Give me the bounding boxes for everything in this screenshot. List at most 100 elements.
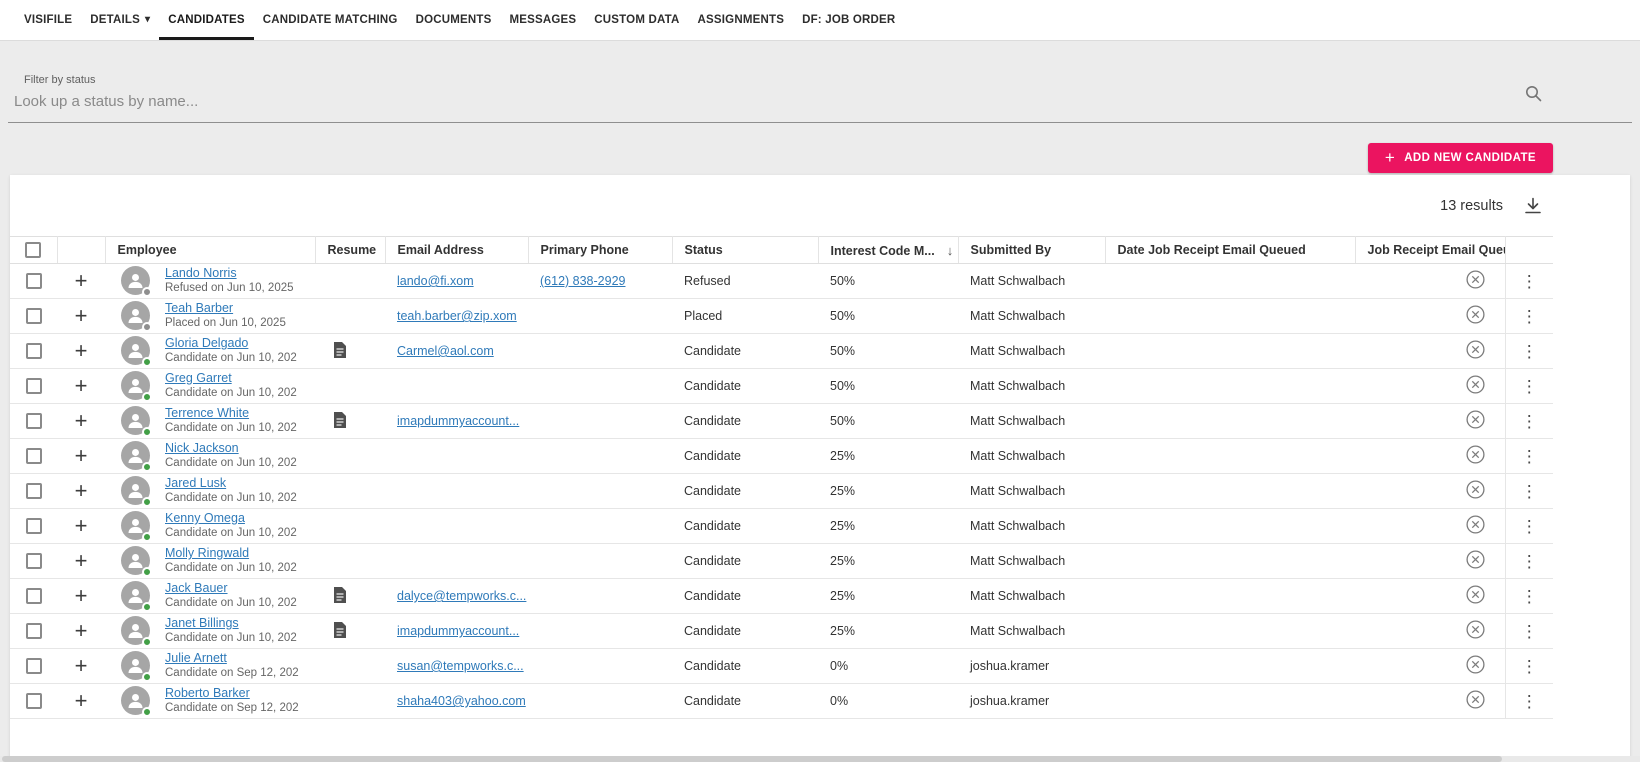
candidate-name-link[interactable]: Molly Ringwald (165, 546, 249, 561)
more-options-icon[interactable]: ⋮ (1521, 307, 1538, 326)
plus-icon[interactable]: + (75, 513, 88, 538)
more-options-icon[interactable]: ⋮ (1521, 412, 1538, 431)
tab-custom-data[interactable]: CUSTOM DATA (585, 0, 688, 40)
plus-icon[interactable]: + (75, 618, 88, 643)
add-new-candidate-button[interactable]: + ADD NEW CANDIDATE (1367, 143, 1553, 173)
circled-x-icon[interactable] (1465, 620, 1485, 639)
candidate-email-link[interactable]: teah.barber@zip.xom (397, 309, 517, 323)
row-checkbox[interactable] (25, 518, 42, 534)
plus-icon[interactable]: + (75, 408, 88, 433)
tab-assignments[interactable]: ASSIGNMENTS (689, 0, 794, 40)
column-header-interest-code[interactable]: Interest Code M... ↓ (818, 236, 959, 264)
plus-icon[interactable]: + (75, 338, 88, 363)
more-options-icon[interactable]: ⋮ (1521, 482, 1538, 501)
column-header-receipt-queued[interactable]: Job Receipt Email Queued (1355, 236, 1506, 264)
column-header-employee[interactable]: Employee (105, 236, 316, 264)
column-header-resume[interactable]: Resume (315, 236, 386, 264)
candidate-row[interactable]: + Kenny Omega Candidate on Jun 10, 202 C… (10, 508, 1553, 544)
search-icon[interactable] (1525, 85, 1542, 102)
row-checkbox[interactable] (25, 413, 42, 429)
row-checkbox[interactable] (25, 273, 42, 289)
column-header-date-queued[interactable]: Date Job Receipt Email Queued (1105, 236, 1356, 264)
circled-x-icon[interactable] (1465, 655, 1485, 674)
candidate-name-link[interactable]: Terrence White (165, 406, 249, 421)
circled-x-icon[interactable] (1465, 585, 1485, 604)
candidate-row[interactable]: + Molly Ringwald Candidate on Jun 10, 20… (10, 543, 1553, 579)
plus-icon[interactable]: + (75, 548, 88, 573)
more-options-icon[interactable]: ⋮ (1521, 552, 1538, 571)
more-options-icon[interactable]: ⋮ (1521, 342, 1538, 361)
candidate-email-link[interactable]: imapdummyaccount... (397, 414, 519, 428)
more-options-icon[interactable]: ⋮ (1521, 377, 1538, 396)
row-checkbox[interactable] (25, 553, 42, 569)
candidate-row[interactable]: + Terrence White Candidate on Jun 10, 20… (10, 403, 1553, 439)
candidate-row[interactable]: + Greg Garret Candidate on Jun 10, 202 C… (10, 368, 1553, 404)
candidate-name-link[interactable]: Gloria Delgado (165, 336, 248, 351)
plus-icon[interactable]: + (75, 373, 88, 398)
candidate-name-link[interactable]: Kenny Omega (165, 511, 245, 526)
select-all-checkbox[interactable] (25, 242, 42, 258)
resume-icon[interactable] (333, 586, 347, 604)
circled-x-icon[interactable] (1465, 550, 1485, 569)
more-options-icon[interactable]: ⋮ (1521, 587, 1538, 606)
candidate-name-link[interactable]: Greg Garret (165, 371, 232, 386)
plus-icon[interactable]: + (75, 443, 88, 468)
column-header-submitted-by[interactable]: Submitted By (958, 236, 1106, 264)
row-checkbox[interactable] (25, 308, 42, 324)
candidate-row[interactable]: + Jared Lusk Candidate on Jun 10, 202 Ca… (10, 473, 1553, 509)
circled-x-icon[interactable] (1465, 515, 1485, 534)
plus-icon[interactable]: + (75, 268, 88, 293)
row-checkbox[interactable] (25, 448, 42, 464)
circled-x-icon[interactable] (1465, 480, 1485, 499)
horizontal-scrollbar[interactable] (0, 756, 1640, 762)
row-checkbox[interactable] (25, 623, 42, 639)
plus-icon[interactable]: + (75, 303, 88, 328)
sort-descending-icon[interactable]: ↓ (947, 243, 954, 258)
plus-icon[interactable]: + (75, 478, 88, 503)
candidate-email-link[interactable]: lando@fi.xom (397, 274, 474, 288)
tab-candidates[interactable]: CANDIDATES (159, 0, 254, 40)
row-checkbox[interactable] (25, 658, 42, 674)
status-filter-input[interactable] (8, 86, 1632, 123)
candidate-name-link[interactable]: Nick Jackson (165, 441, 239, 456)
circled-x-icon[interactable] (1465, 410, 1485, 429)
resume-icon[interactable] (333, 621, 347, 639)
candidate-name-link[interactable]: Roberto Barker (165, 686, 250, 701)
tab-df-job-order[interactable]: DF: JOB ORDER (793, 0, 904, 40)
candidate-email-link[interactable]: imapdummyaccount... (397, 624, 519, 638)
tab-candidate-matching[interactable]: CANDIDATE MATCHING (254, 0, 407, 40)
candidate-row[interactable]: + Julie Arnett Candidate on Sep 12, 202 … (10, 648, 1553, 684)
candidate-email-link[interactable]: Carmel@aol.com (397, 344, 494, 358)
candidate-row[interactable]: + Gloria Delgado Candidate on Jun 10, 20… (10, 333, 1553, 369)
circled-x-icon[interactable] (1465, 340, 1485, 359)
row-checkbox[interactable] (25, 378, 42, 394)
candidate-name-link[interactable]: Janet Billings (165, 616, 239, 631)
candidate-name-link[interactable]: Teah Barber (165, 301, 233, 316)
plus-icon[interactable]: + (75, 688, 88, 713)
row-checkbox[interactable] (25, 483, 42, 499)
row-checkbox[interactable] (25, 588, 42, 604)
more-options-icon[interactable]: ⋮ (1521, 447, 1538, 466)
candidate-email-link[interactable]: shaha403@yahoo.com (397, 694, 526, 708)
column-header-phone[interactable]: Primary Phone (528, 236, 673, 264)
tab-details[interactable]: DETAILS ▾ (81, 0, 159, 40)
circled-x-icon[interactable] (1465, 445, 1485, 464)
more-options-icon[interactable]: ⋮ (1521, 272, 1538, 291)
tab-messages[interactable]: MESSAGES (500, 0, 585, 40)
circled-x-icon[interactable] (1465, 690, 1485, 709)
candidate-name-link[interactable]: Jack Bauer (165, 581, 228, 596)
more-options-icon[interactable]: ⋮ (1521, 657, 1538, 676)
circled-x-icon[interactable] (1465, 305, 1485, 324)
candidate-row[interactable]: + Jack Bauer Candidate on Jun 10, 202 da… (10, 578, 1553, 614)
circled-x-icon[interactable] (1465, 270, 1485, 289)
candidate-email-link[interactable]: dalyce@tempworks.c... (397, 589, 526, 603)
tab-visifile[interactable]: VISIFILE (15, 0, 81, 40)
more-options-icon[interactable]: ⋮ (1521, 692, 1538, 711)
more-options-icon[interactable]: ⋮ (1521, 517, 1538, 536)
row-checkbox[interactable] (25, 343, 42, 359)
candidate-row[interactable]: + Roberto Barker Candidate on Sep 12, 20… (10, 683, 1553, 719)
tab-documents[interactable]: DOCUMENTS (407, 0, 501, 40)
resume-icon[interactable] (333, 341, 347, 359)
circled-x-icon[interactable] (1465, 375, 1485, 394)
resume-icon[interactable] (333, 411, 347, 429)
